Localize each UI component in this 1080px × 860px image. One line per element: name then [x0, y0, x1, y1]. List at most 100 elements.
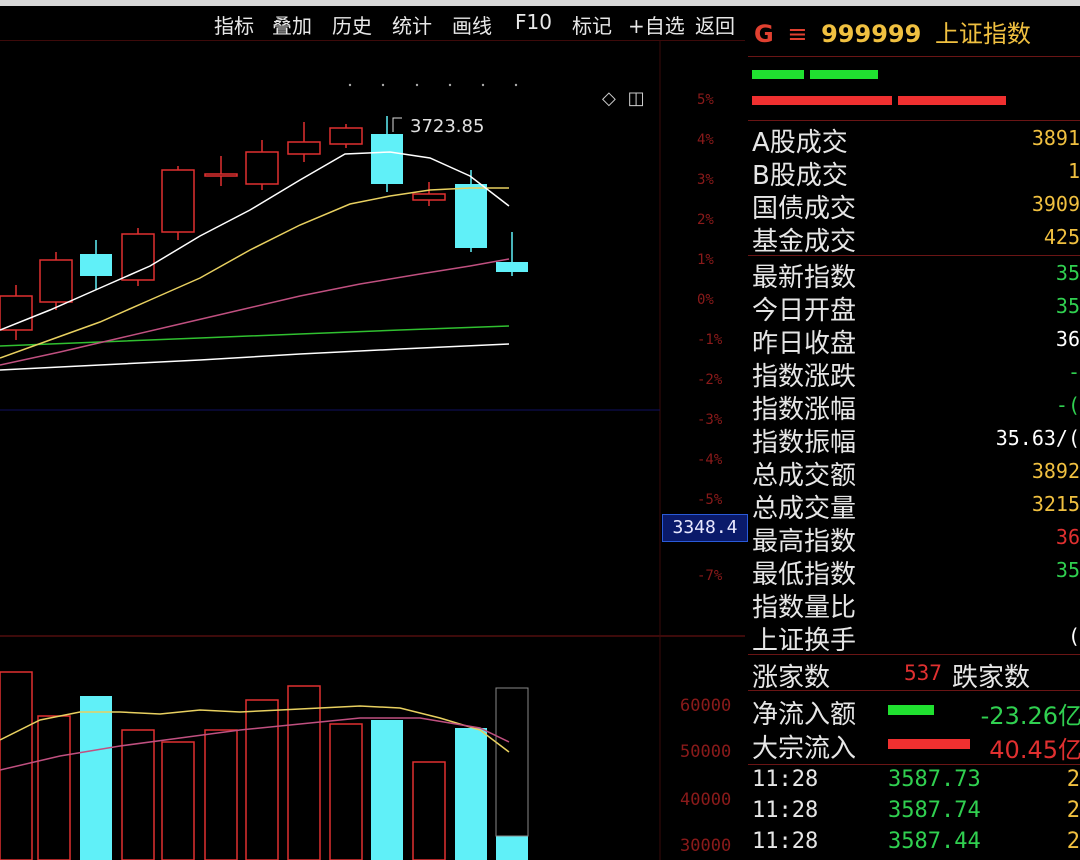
tick-time: 11:28: [752, 829, 819, 854]
volume-bars-group: [0, 671, 529, 860]
high-marker: [392, 117, 402, 132]
stat-value: (: [1067, 624, 1080, 648]
fall-label: 跌家数: [952, 663, 1031, 693]
stat-value: -(: [1055, 393, 1080, 417]
tick-time: 11:28: [752, 767, 819, 792]
volume-tick: 50000: [680, 742, 732, 762]
candle-body: [287, 141, 321, 155]
volume-bar: [455, 728, 487, 860]
ma20-line: [0, 258, 510, 366]
candle-body: [496, 262, 528, 272]
volume-bar: [371, 720, 403, 860]
high-price-label: 3723.85: [410, 116, 485, 137]
stat-label: A股成交: [752, 128, 848, 158]
candle-body: [80, 254, 112, 276]
flow-row-block-inflow: 大宗流入 40.45亿: [752, 728, 1080, 764]
security-header: G ≡ 999999 上证指数: [754, 14, 1031, 49]
tick-volume: 2: [1066, 767, 1080, 792]
flow-row-net-inflow: 净流入额 -23.26亿: [752, 694, 1080, 730]
stat-label: 总成交量: [752, 494, 857, 524]
volume-bar: [161, 741, 195, 860]
candle-body: [0, 295, 33, 331]
kline-chart-area[interactable]: ◇ ◫ 3723.85 5% 4% 3% 2% 1% 0% -1% -2% -3…: [0, 40, 745, 860]
menu-indicator[interactable]: 指标: [214, 10, 254, 39]
menu-mark[interactable]: 标记: [572, 10, 612, 39]
stat-row-amplitude: 指数振幅 35.63/(: [752, 422, 1080, 458]
menu-f10[interactable]: F10: [515, 10, 552, 34]
candle-body: [121, 233, 155, 281]
stat-row-change: 指数涨跌 -: [752, 356, 1080, 392]
stat-row-turnover: 总成交额 3892: [752, 455, 1080, 491]
pct-tick: 3%: [697, 172, 714, 188]
menu-history[interactable]: 历史: [332, 10, 372, 39]
stat-label: 指数振幅: [752, 428, 857, 458]
security-name: 上证指数: [934, 20, 1031, 48]
volume-bar: [37, 715, 71, 860]
section-separator: [748, 690, 1080, 691]
menu-overlay[interactable]: 叠加: [272, 10, 312, 39]
volume-tick: 30000: [680, 836, 732, 856]
stat-row-b-share: B股成交 1: [752, 155, 1080, 191]
pct-tick: -2%: [697, 372, 723, 388]
flow-value: -23.26亿: [980, 702, 1080, 730]
pct-tick: -1%: [697, 332, 723, 348]
tick-row: 11:28 3587.44 2: [752, 829, 1080, 859]
section-separator: [748, 654, 1080, 655]
menu-add-watchlist[interactable]: +自选: [628, 10, 685, 39]
flow-value: 40.45亿: [989, 736, 1080, 764]
volume-bar: [287, 685, 321, 860]
diamond-icon[interactable]: ◇: [602, 88, 616, 109]
stat-row-volume-ratio: 指数量比: [752, 587, 1080, 623]
pct-tick: -7%: [697, 568, 723, 584]
chart-toolbar: 指标 叠加 历史 统计 画线 F10 标记 +自选 返回: [0, 6, 745, 40]
menu-draw-line[interactable]: 画线: [452, 10, 492, 39]
stat-value: 425: [1043, 225, 1080, 249]
stat-value: 35: [1055, 558, 1080, 582]
ma10-line: [0, 187, 509, 359]
candle-body: [39, 259, 73, 303]
tick-price: 3587.44: [888, 829, 981, 854]
stat-label: 基金成交: [752, 227, 857, 257]
flow-label: 净流入额: [752, 700, 857, 730]
volume-tick: 40000: [680, 790, 732, 810]
stat-value: 36: [1055, 525, 1080, 549]
candle-body: [204, 173, 238, 177]
stat-label: 指数涨跌: [752, 362, 857, 392]
tick-volume: 2: [1066, 829, 1080, 854]
stat-label: 最低指数: [752, 560, 857, 590]
menu-icon[interactable]: ≡: [787, 20, 807, 48]
stat-label: 今日开盘: [752, 296, 857, 326]
candle-body: [412, 193, 446, 201]
menu-statistics[interactable]: 统计: [392, 10, 432, 39]
chart-tool-icons: ◇ ◫: [602, 88, 645, 109]
stat-row-turnover-rate: 上证换手 (: [752, 620, 1080, 656]
stat-value: 35.63/(: [995, 426, 1080, 450]
security-code: 999999: [821, 20, 922, 48]
kline-chart-svg: [0, 40, 745, 860]
volume-bar: [121, 729, 155, 860]
header-separator: [748, 56, 1080, 57]
volume-bar: [329, 723, 363, 860]
stat-row-latest: 最新指数 35: [752, 257, 1080, 293]
volume-bar: [80, 696, 112, 860]
stat-value: 3909: [1031, 192, 1080, 216]
buy-strength-bar: [752, 70, 804, 79]
volume-bar: [412, 761, 446, 860]
top-dot-markers: [348, 83, 518, 87]
stat-label: B股成交: [752, 161, 848, 191]
pct-tick: -5%: [697, 492, 723, 508]
stat-label: 国债成交: [752, 194, 857, 224]
pct-tick: -4%: [697, 452, 723, 468]
stat-row-prev-close: 昨日收盘 36: [752, 323, 1080, 359]
pct-tick: 0%: [697, 292, 714, 308]
stat-row-fund: 基金成交 425: [752, 221, 1080, 257]
stat-label: 昨日收盘: [752, 329, 857, 359]
pct-tick: 2%: [697, 212, 714, 228]
section-separator: [748, 764, 1080, 765]
panel-toggle-icon[interactable]: ◫: [628, 88, 645, 109]
menu-back[interactable]: 返回: [695, 10, 735, 39]
stat-row-volume: 总成交量 3215: [752, 488, 1080, 524]
stat-label: 指数量比: [752, 593, 857, 623]
stat-row-high: 最高指数 36: [752, 521, 1080, 557]
stat-label: 上证换手: [752, 626, 857, 656]
